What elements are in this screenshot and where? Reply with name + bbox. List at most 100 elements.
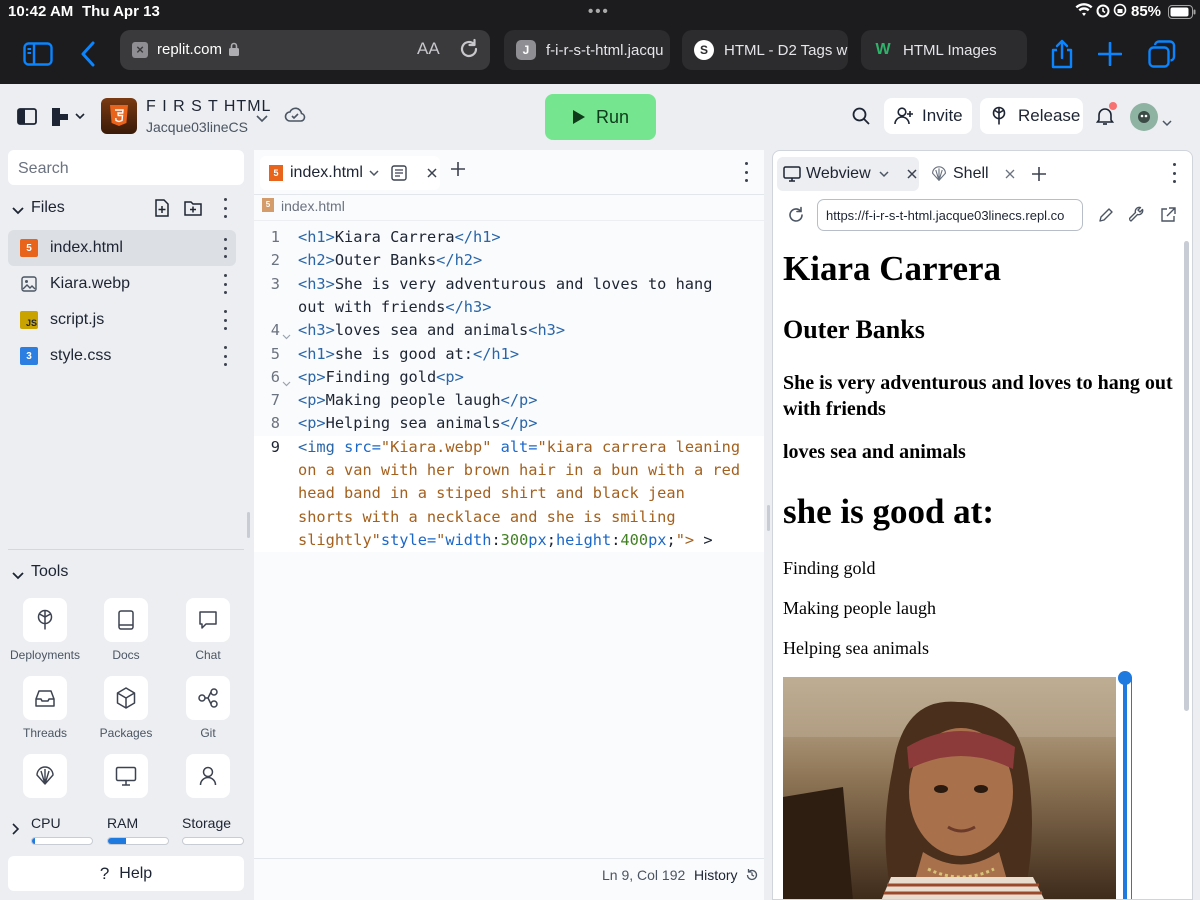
browser-tab-label: f-i-r-s-t-html.jacqu: [546, 41, 664, 59]
tab-webview[interactable]: Webview: [783, 157, 917, 191]
cloud-sync-icon[interactable]: [284, 106, 306, 129]
project-title[interactable]: F I R S T HTML: [146, 98, 271, 116]
close-icon[interactable]: [907, 169, 917, 179]
chevron-down-icon[interactable]: [12, 202, 24, 220]
fold-chevron-icon[interactable]: [282, 324, 291, 347]
open-external-icon[interactable]: [1160, 207, 1176, 228]
editor-menu-icon[interactable]: [743, 162, 749, 182]
help-button[interactable]: ? Help: [8, 856, 244, 891]
history-icon[interactable]: [745, 868, 759, 887]
toggle-sidebar-icon[interactable]: [17, 108, 37, 130]
webview-menu-icon[interactable]: [1171, 163, 1177, 183]
code-line: on a van with her brown hair in a bun wi…: [298, 461, 741, 479]
file-item[interactable]: 5 index.html: [8, 230, 236, 266]
replit-logo-icon[interactable]: [52, 108, 88, 131]
ram-label: RAM: [107, 815, 139, 831]
css-file-icon: 3: [20, 347, 38, 365]
edit-icon[interactable]: [1098, 207, 1114, 228]
tab-shell[interactable]: Shell: [931, 157, 1015, 191]
new-folder-icon[interactable]: [184, 200, 202, 221]
chevron-down-icon[interactable]: [1162, 114, 1172, 132]
text-size-button[interactable]: AA: [417, 39, 440, 59]
chevron-right-icon[interactable]: [12, 822, 20, 840]
close-icon[interactable]: [427, 168, 437, 178]
tool-label: Packages: [99, 726, 153, 740]
files-menu-icon[interactable]: [222, 198, 228, 218]
tab-index-html[interactable]: 5 index.html: [260, 156, 440, 190]
page-settings-icon[interactable]: ×: [132, 42, 148, 58]
battery-percent: 85%: [1131, 3, 1162, 20]
sidebar-toggle-icon[interactable]: [22, 38, 54, 70]
file-item[interactable]: 3 style.css: [8, 338, 236, 374]
file-options-icon[interactable]: [222, 274, 228, 294]
new-file-icon[interactable]: [154, 199, 170, 222]
shell-icon: [932, 166, 946, 181]
add-tab-icon[interactable]: [451, 162, 465, 181]
files-heading[interactable]: Files: [31, 199, 65, 217]
avatar[interactable]: [1130, 103, 1158, 131]
tab-favicon-icon: S: [694, 40, 714, 60]
pane-resize-handle[interactable]: [767, 505, 770, 531]
search-input[interactable]: Search: [8, 150, 244, 185]
browser-tab[interactable]: S HTML - D2 Tags wi: [682, 30, 848, 70]
storage-label: Storage: [182, 815, 232, 831]
tool-user[interactable]: [167, 754, 249, 806]
tool-chat[interactable]: Chat: [167, 598, 249, 662]
chevron-down-icon[interactable]: [12, 567, 24, 585]
workspace-header: F I R S T HTML Jacque03lineCS Run Invite…: [0, 84, 1200, 150]
webview-url-input[interactable]: https://f-i-r-s-t-html.jacque03linecs.re…: [817, 199, 1083, 231]
close-icon[interactable]: [1005, 169, 1015, 179]
new-tab-icon[interactable]: [1094, 38, 1126, 70]
tool-git[interactable]: Git: [167, 676, 249, 740]
multitask-dots-icon[interactable]: •••: [588, 3, 610, 20]
chevron-down-icon[interactable]: [369, 169, 379, 177]
file-options-icon[interactable]: [222, 238, 228, 258]
tool-deployments[interactable]: Deployments: [4, 598, 86, 662]
browser-tab[interactable]: J f-i-r-s-t-html.jacqu: [504, 30, 670, 70]
cpu-label: CPU: [31, 815, 61, 831]
sidebar-resize-handle[interactable]: [247, 512, 250, 538]
share-icon[interactable]: [1046, 38, 1078, 70]
browser-tab-label: HTML - D2 Tags wi: [724, 41, 848, 59]
tool-threads[interactable]: Threads: [4, 676, 86, 740]
chevron-down-icon[interactable]: [256, 110, 268, 128]
tab-overview-icon[interactable]: [1146, 38, 1178, 70]
address-bar[interactable]: × replit.com AA: [120, 30, 490, 70]
tool-packages[interactable]: Packages: [85, 676, 167, 740]
search-icon[interactable]: [852, 107, 870, 130]
reload-icon[interactable]: [458, 38, 480, 64]
tools-heading[interactable]: Tools: [31, 563, 68, 581]
file-options-icon[interactable]: [222, 310, 228, 330]
preview-h3: loves sea and animals: [783, 441, 966, 463]
code-editor-pane: 5 index.html 5 index.html 1 2 3 4 5 6 7 …: [254, 150, 764, 900]
release-button[interactable]: Release: [980, 98, 1083, 134]
tool-docs[interactable]: Docs: [85, 598, 167, 662]
add-user-icon: [894, 107, 913, 125]
breadcrumb[interactable]: index.html: [281, 198, 345, 214]
chat-icon: [186, 598, 230, 642]
devtools-wrench-icon[interactable]: [1128, 206, 1146, 228]
invite-label: Invite: [922, 106, 963, 125]
fold-chevron-icon[interactable]: [282, 371, 291, 394]
file-options-icon[interactable]: [222, 346, 228, 366]
notifications-bell-icon[interactable]: [1095, 102, 1117, 131]
invite-button[interactable]: Invite: [884, 98, 972, 134]
git-icon: [186, 676, 230, 720]
project-owner[interactable]: Jacque03lineCS: [146, 119, 248, 135]
file-item[interactable]: Kiara.webp: [8, 266, 236, 302]
file-outline-icon[interactable]: [391, 165, 407, 181]
browser-tab[interactable]: W HTML Images: [861, 30, 1027, 70]
history-button[interactable]: History: [694, 867, 738, 883]
run-button[interactable]: Run: [545, 94, 656, 140]
back-icon[interactable]: [72, 38, 104, 70]
cursor-position[interactable]: Ln 9, Col 192: [602, 867, 685, 883]
add-tab-icon[interactable]: [1032, 167, 1046, 186]
line-number: 3: [270, 274, 280, 293]
refresh-icon[interactable]: [787, 206, 805, 229]
scrollbar[interactable]: [1184, 241, 1189, 711]
chevron-down-icon[interactable]: [879, 170, 889, 178]
tool-webview[interactable]: [85, 754, 167, 806]
file-item[interactable]: JS script.js: [8, 302, 236, 338]
tool-label: Threads: [22, 726, 68, 740]
tool-shell[interactable]: [4, 754, 86, 806]
